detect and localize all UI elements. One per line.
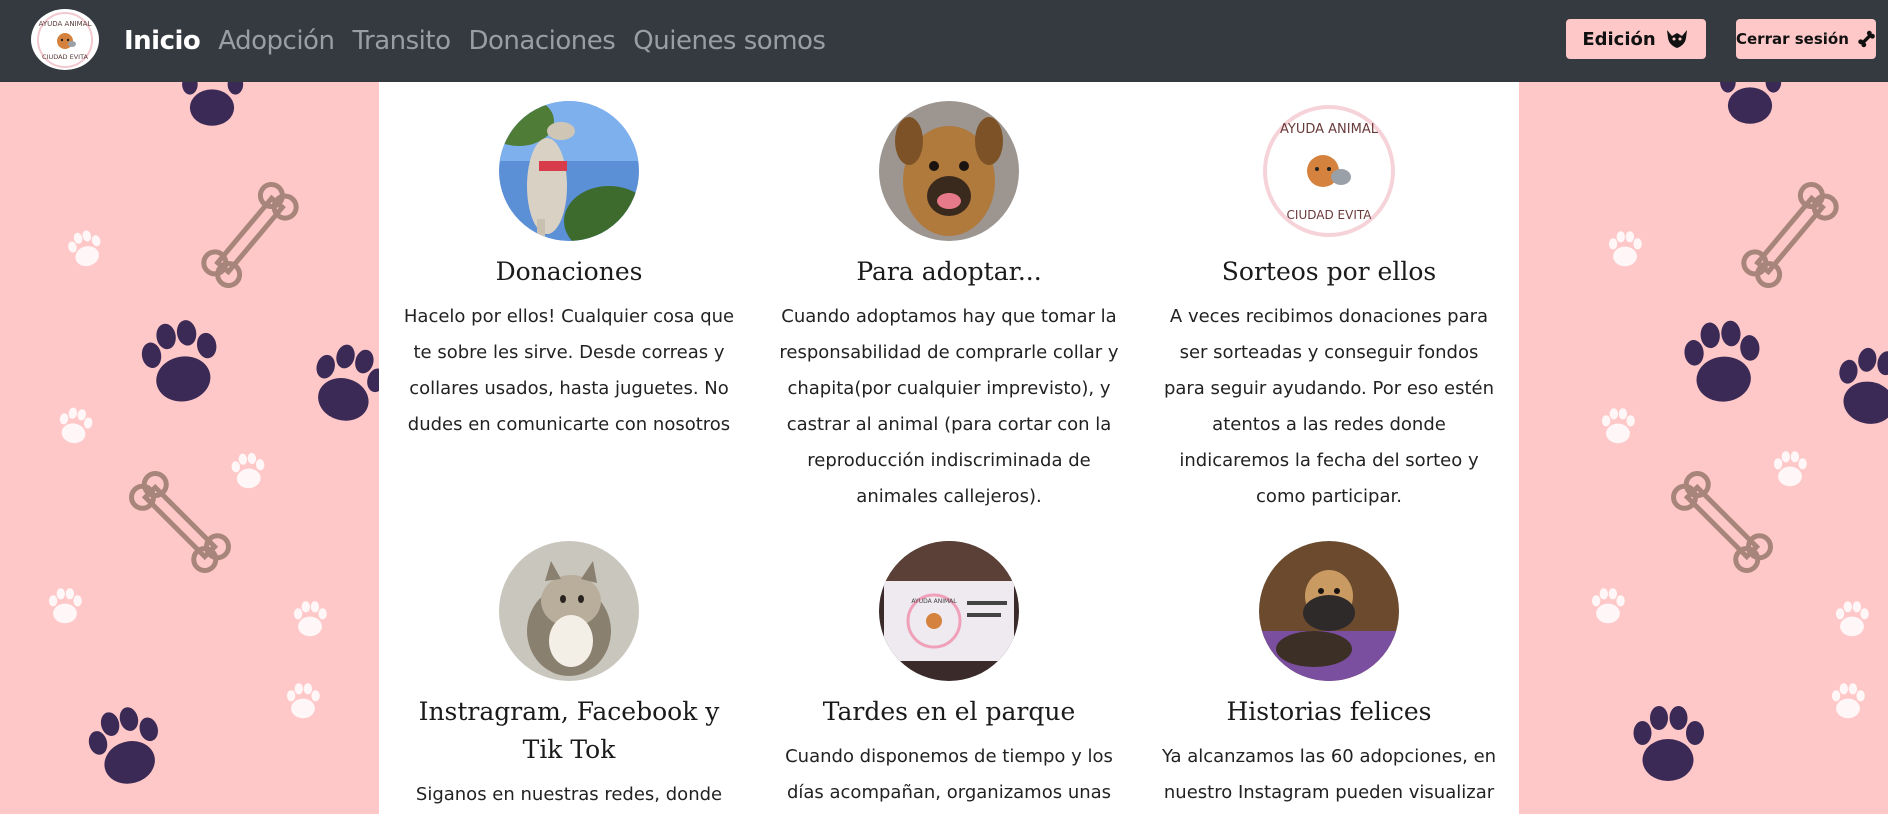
nav-link-transito[interactable]: Transito: [352, 26, 451, 56]
ayuda-animal-logo: AYUDA ANIMAL CIUDAD EVITA: [1259, 101, 1399, 241]
card-title: Tardes en el parque: [822, 697, 1076, 726]
cat-photo: [499, 541, 639, 681]
card-text: Ya alcanzamos las 60 adopciones, en nues…: [1161, 746, 1497, 803]
card-title: Instragram, Facebook y Tik Tok: [418, 697, 720, 764]
card-para-adoptar: Para adoptar... Cuando adoptamos hay que…: [759, 101, 1139, 515]
card-redes: Instragram, Facebook y Tik Tok Siganos e…: [379, 541, 759, 813]
nav-link-donaciones[interactable]: Donaciones: [469, 26, 616, 56]
card-text: Siganos en nuestras redes, donde: [415, 784, 723, 805]
edicion-label: Edición: [1582, 28, 1656, 50]
brand-logo[interactable]: AYUDA ANIMAL CIUDAD EVITA: [31, 9, 99, 70]
card-text: Hacelo por ellos! Cualquier cosa que te …: [403, 306, 735, 435]
svg-text:AYUDA ANIMAL: AYUDA ANIMAL: [1280, 122, 1379, 137]
logout-label: Cerrar sesión: [1736, 30, 1849, 48]
park-banner-photo: AYUDA ANIMAL: [879, 541, 1019, 681]
nav-links: Inicio Adopción Transito Donaciones Quie…: [124, 0, 843, 82]
nav-link-inicio[interactable]: Inicio: [124, 26, 201, 56]
card-title: Para adoptar...: [856, 257, 1042, 286]
card-title: Sorteos por ellos: [1221, 257, 1437, 286]
svg-text:AYUDA ANIMAL: AYUDA ANIMAL: [911, 598, 957, 605]
card-text: Cuando adoptamos hay que tomar la respon…: [779, 306, 1119, 507]
card-tardes-parque: AYUDA ANIMAL Tardes en el parque Cuando …: [759, 541, 1139, 814]
card-sorteos: AYUDA ANIMAL CIUDAD EVITA Sorteos por el…: [1139, 101, 1519, 515]
svg-text:CIUDAD EVITA: CIUDAD EVITA: [1287, 208, 1373, 222]
svg-text:AYUDA ANIMAL: AYUDA ANIMAL: [39, 20, 92, 28]
puppies-photo: [1259, 541, 1399, 681]
edicion-button[interactable]: Edición: [1566, 19, 1706, 59]
main-content: Donaciones Hacelo por ellos! Cualquier c…: [379, 82, 1519, 814]
logout-button[interactable]: Cerrar sesión: [1736, 19, 1876, 59]
nav-link-adopcion[interactable]: Adopción: [218, 26, 335, 56]
greyhound-photo: [499, 101, 639, 241]
brown-dog-photo: [879, 101, 1019, 241]
card-historias-felices: Historias felices Ya alcanzamos las 60 a…: [1139, 541, 1519, 811]
card-text: A veces recibimos donaciones para ser so…: [1163, 306, 1495, 507]
card-text: Cuando disponemos de tiempo y los días a…: [785, 746, 1113, 803]
card-donaciones: Donaciones Hacelo por ellos! Cualquier c…: [379, 101, 759, 443]
card-title: Donaciones: [495, 257, 643, 286]
navbar: AYUDA ANIMAL CIUDAD EVITA Inicio Adopció…: [0, 0, 1888, 82]
nav-link-quienes-somos[interactable]: Quienes somos: [633, 26, 826, 56]
card-title: Historias felices: [1226, 697, 1432, 726]
bone-icon: [1858, 30, 1875, 48]
svg-text:CIUDAD EVITA: CIUDAD EVITA: [42, 53, 89, 61]
dog-cat-icon: [1666, 30, 1687, 48]
